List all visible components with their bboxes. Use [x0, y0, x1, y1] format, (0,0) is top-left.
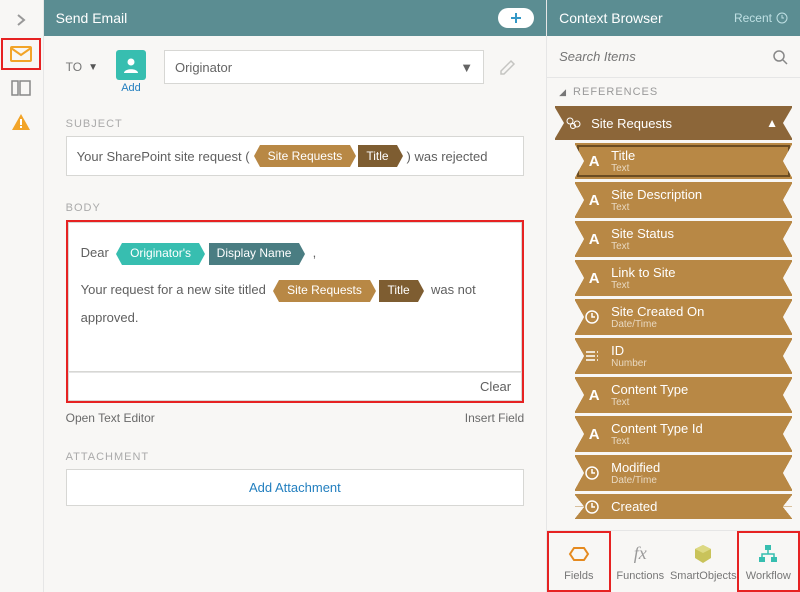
- insert-field-link[interactable]: Insert Field: [465, 411, 524, 425]
- sharepoint-icon: [565, 116, 583, 130]
- token-site-requests[interactable]: Site Requests: [260, 145, 351, 167]
- body-label: BODY: [66, 202, 525, 214]
- warning-icon[interactable]: [1, 106, 41, 138]
- rail-collapse-button[interactable]: [0, 4, 43, 36]
- clock-icon: [776, 12, 788, 24]
- search-input[interactable]: [559, 49, 772, 64]
- datetime-type-icon: [585, 466, 603, 480]
- to-label[interactable]: TO ▼: [66, 50, 98, 74]
- ref-item[interactable]: Created: [575, 494, 792, 519]
- references-header[interactable]: ◢ REFERENCES: [547, 78, 800, 106]
- body-editor[interactable]: Dear Originator's Display Name , Your re…: [68, 222, 523, 372]
- tab-smartobjects[interactable]: SmartObjects: [670, 531, 737, 592]
- ref-item-type: Text: [611, 397, 688, 408]
- attachment-label: ATTACHMENT: [66, 451, 525, 463]
- number-type-icon: [585, 350, 603, 362]
- clear-button[interactable]: Clear: [68, 372, 523, 401]
- ref-item[interactable]: Site Created OnDate/Time: [575, 299, 792, 335]
- ref-item-name: Content Type: [611, 382, 688, 397]
- token-display-name[interactable]: Display Name: [209, 243, 300, 265]
- ref-item[interactable]: A Site StatusText: [575, 221, 792, 257]
- token-site-requests[interactable]: Site Requests: [279, 280, 370, 302]
- ref-item-name: Created: [611, 499, 657, 514]
- workflow-icon: [755, 542, 781, 566]
- smartobjects-icon: [690, 542, 716, 566]
- chevron-up-icon: ▲: [766, 116, 778, 130]
- text-type-icon: A: [585, 270, 603, 287]
- datetime-type-icon: [585, 310, 603, 324]
- layout-icon[interactable]: [1, 72, 41, 104]
- panel-header: Send Email: [44, 0, 547, 36]
- token-title[interactable]: Title: [379, 280, 417, 302]
- add-tab-button[interactable]: [498, 8, 534, 28]
- group-site-requests[interactable]: Site Requests ▲: [555, 106, 792, 140]
- ref-item-type: Text: [611, 436, 703, 447]
- ref-item-type: Text: [611, 280, 675, 291]
- body-region-highlight: Dear Originator's Display Name , Your re…: [66, 220, 525, 403]
- tab-workflow[interactable]: Workflow: [737, 531, 800, 592]
- text-type-icon: A: [585, 426, 603, 443]
- ref-item[interactable]: A Site DescriptionText: [575, 182, 792, 218]
- datetime-type-icon: [585, 500, 603, 514]
- functions-icon: fx: [627, 542, 653, 566]
- ref-item-name: Link to Site: [611, 265, 675, 280]
- ref-item[interactable]: ModifiedDate/Time: [575, 455, 792, 491]
- add-recipient[interactable]: Add: [116, 50, 146, 94]
- add-attachment-button[interactable]: Add Attachment: [66, 469, 525, 506]
- chevron-down-icon: ▼: [88, 62, 98, 73]
- ref-item-type: Text: [611, 163, 635, 174]
- context-header: Context Browser Recent: [547, 0, 800, 36]
- token-title[interactable]: Title: [358, 145, 396, 167]
- context-browser: Context Browser Recent ◢ REFERENCES Site…: [546, 0, 800, 592]
- ref-item[interactable]: A Content Type IdText: [575, 416, 792, 452]
- ref-item[interactable]: A Link to SiteText: [575, 260, 792, 296]
- subject-field[interactable]: Your SharePoint site request ( Site Requ…: [66, 136, 525, 176]
- recent-link[interactable]: Recent: [734, 11, 788, 25]
- text-type-icon: A: [585, 387, 603, 404]
- fields-icon: [566, 542, 592, 566]
- ref-item[interactable]: IDNumber: [575, 338, 792, 374]
- subject-label: SUBJECT: [66, 118, 525, 130]
- text-type-icon: A: [585, 231, 603, 248]
- ref-item-type: Number: [611, 358, 647, 369]
- chevron-down-icon: ▼: [460, 60, 473, 75]
- ref-item-name: Site Description: [611, 187, 702, 202]
- ref-item-name: ID: [611, 343, 624, 358]
- ref-item-name: Title: [611, 148, 635, 163]
- ref-item[interactable]: A Content TypeText: [575, 377, 792, 413]
- to-value-dropdown[interactable]: Originator ▼: [164, 50, 484, 84]
- open-text-editor-link[interactable]: Open Text Editor: [66, 411, 155, 425]
- panel-title: Send Email: [56, 10, 128, 26]
- text-type-icon: A: [585, 153, 603, 170]
- search-row: [547, 36, 800, 78]
- token-originators[interactable]: Originator's: [122, 243, 199, 265]
- reference-tree: Site Requests ▲ ATitleTextASite Descript…: [547, 106, 800, 530]
- text-type-icon: A: [585, 192, 603, 209]
- ref-item-type: Text: [611, 241, 674, 252]
- context-tabs: Fields fx Functions SmartObjects Workflo…: [547, 530, 800, 592]
- person-icon: [116, 50, 146, 80]
- ref-item-type: Date/Time: [611, 475, 660, 486]
- left-rail: [0, 0, 44, 592]
- ref-item-type: Text: [611, 202, 702, 213]
- edit-icon[interactable]: [492, 51, 524, 83]
- tab-functions[interactable]: fx Functions: [611, 531, 670, 592]
- ref-item-name: Content Type Id: [611, 421, 703, 436]
- ref-item[interactable]: A TitleText: [575, 143, 792, 179]
- ref-item-type: Date/Time: [611, 319, 704, 330]
- email-step-icon[interactable]: [1, 38, 41, 70]
- ref-item-name: Site Status: [611, 226, 674, 241]
- tab-fields[interactable]: Fields: [547, 531, 610, 592]
- collapse-icon: ◢: [559, 87, 567, 98]
- ref-item-name: Site Created On: [611, 304, 704, 319]
- send-email-panel: Send Email TO ▼ Add Origin: [44, 0, 547, 592]
- search-icon[interactable]: [772, 49, 788, 65]
- ref-item-name: Modified: [611, 460, 660, 475]
